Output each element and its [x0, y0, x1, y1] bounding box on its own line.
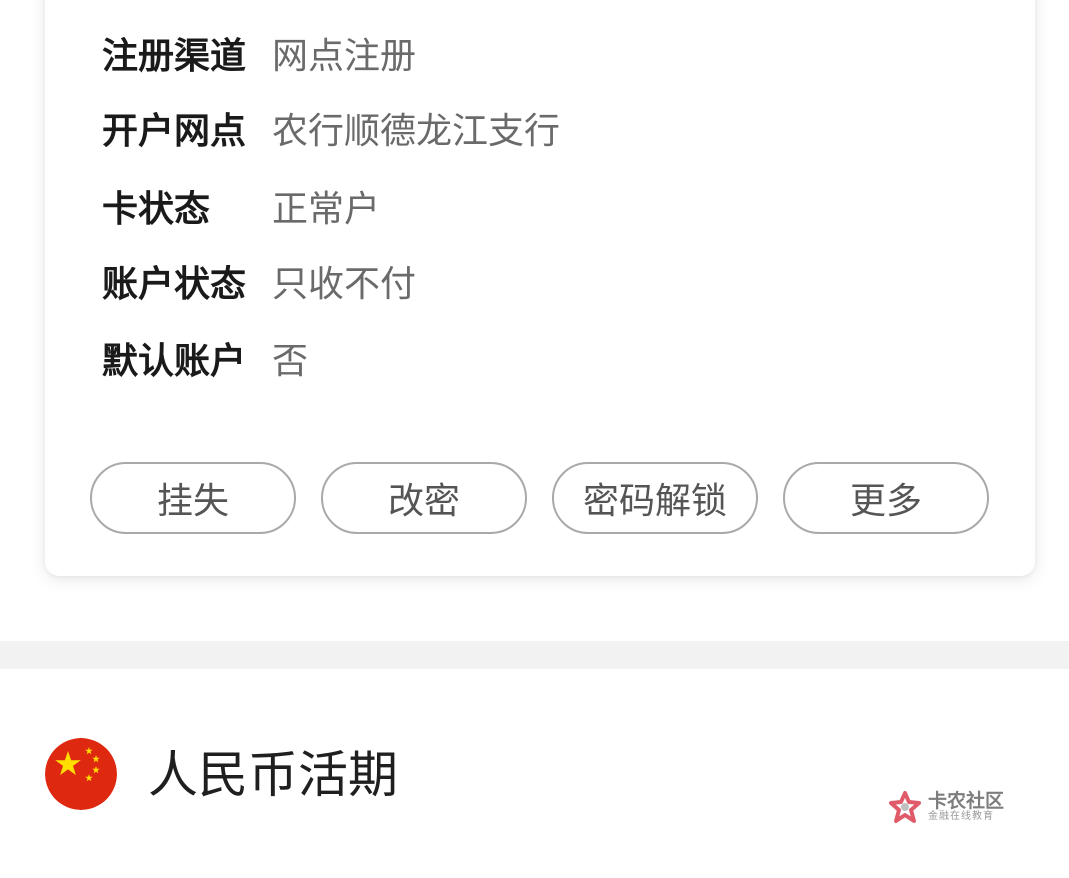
watermark-name: 卡农社区 [928, 790, 1005, 812]
info-label: 卡状态 [102, 189, 211, 230]
info-label: 默认账户 [102, 341, 247, 382]
watermark-tagline: 金融在线教育 [928, 811, 994, 822]
info-row-opening-branch: 开户网点 农行顺德龙江支行 [102, 107, 560, 157]
more-button[interactable]: 更多 [783, 462, 989, 534]
info-value: 只收不付 [272, 264, 417, 305]
change-password-button[interactable]: 改密 [321, 462, 527, 534]
info-row-account-status: 账户状态 只收不付 [102, 260, 416, 310]
info-value: 正常户 [272, 189, 381, 230]
info-label: 注册渠道 [102, 36, 247, 77]
info-value: 网点注册 [272, 36, 417, 77]
info-row-register-channel: 注册渠道 网点注册 [102, 32, 416, 82]
unlock-password-button[interactable]: 密码解锁 [552, 462, 758, 534]
info-row-card-status: 卡状态 正常户 [102, 185, 380, 235]
report-loss-button[interactable]: 挂失 [90, 462, 296, 534]
kanong-logo-icon [889, 791, 921, 823]
info-label: 账户状态 [102, 264, 247, 305]
currency-account-title[interactable]: 人民币活期 [148, 744, 398, 806]
info-label: 开户网点 [102, 111, 247, 152]
watermark: 卡农社区 金融在线教育 [888, 788, 1018, 828]
info-value: 农行顺德龙江支行 [272, 111, 561, 152]
china-flag-icon [45, 738, 117, 810]
info-row-default-account: 默认账户 否 [102, 337, 308, 387]
info-value: 否 [272, 341, 309, 382]
section-divider [0, 641, 1069, 669]
